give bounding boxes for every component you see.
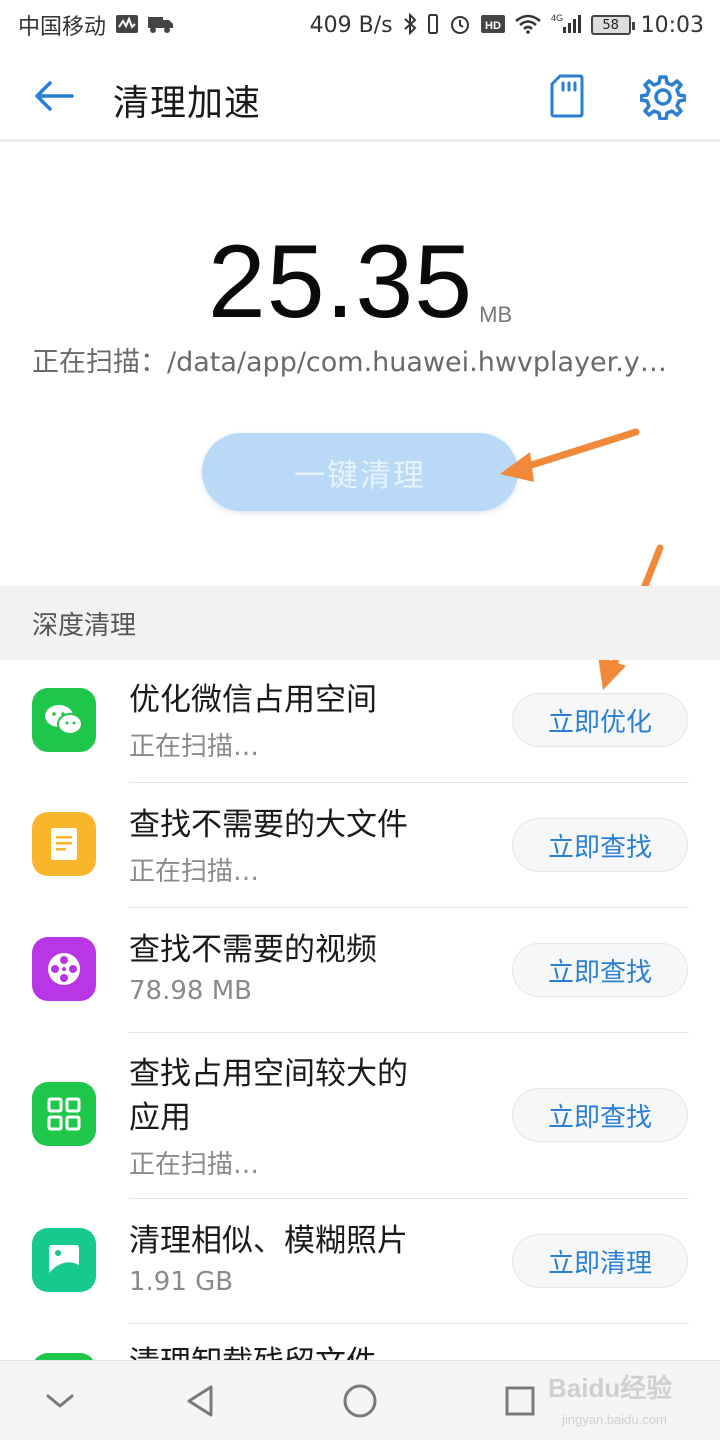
divider <box>129 1323 689 1324</box>
divider <box>129 907 689 908</box>
find-videos-button[interactable]: 立即查找 <box>512 943 688 997</box>
list-item-large-files[interactable]: 查找不需要的大文件 正在扫描… 立即查找 <box>0 784 720 909</box>
list-item-title-line2: 应用 <box>129 1100 191 1136</box>
film-reel-icon <box>32 937 96 1001</box>
baidu-watermark-url: jingyan.baidu.com <box>562 1412 667 1427</box>
recents-nav-button[interactable] <box>498 1379 542 1423</box>
status-left: 中国移动 <box>18 9 174 41</box>
section-header-deep-clean: 深度清理 <box>0 586 720 660</box>
list-item-subtitle: 78.98 MB <box>129 976 252 1006</box>
settings-button[interactable] <box>639 74 688 122</box>
section-title: 深度清理 <box>32 610 137 641</box>
list-item-title: 优化微信占用空间 <box>129 682 377 718</box>
photo-icon <box>32 1228 96 1292</box>
carrier-label: 中国移动 <box>18 15 107 40</box>
clock: 10:03 <box>640 12 704 38</box>
hd-icon: HD <box>480 14 505 37</box>
optimize-wechat-button[interactable]: 立即优化 <box>512 693 688 747</box>
annotation-arrow-1 <box>500 428 640 482</box>
app-bar: 清理加速 <box>0 50 720 142</box>
list-item-title: 清理卸载残留文件 <box>129 1341 377 1360</box>
app-icon-partial <box>32 1353 96 1360</box>
network-speed: 409 B/s <box>309 12 393 38</box>
list-item-similar-photos[interactable]: 清理相似、模糊照片 1.91 GB 立即清理 <box>0 1200 720 1325</box>
battery-level: 58 <box>602 17 619 33</box>
svg-text:HD: HD <box>485 20 501 32</box>
signal-label: 4G <box>551 13 563 23</box>
list-item-subtitle: 正在扫描… <box>129 732 260 762</box>
list-item-subtitle: 正在扫描… <box>129 857 260 887</box>
status-right: 409 B/s HD 4G 58 10:03 <box>309 12 704 38</box>
cell-signal-icon: 4G <box>551 13 581 38</box>
back-button[interactable] <box>30 76 78 116</box>
find-large-apps-button[interactable]: 立即查找 <box>512 1088 688 1142</box>
activity-icon <box>116 14 139 36</box>
junk-size-unit: MB <box>479 302 513 327</box>
apps-grid-icon <box>32 1082 96 1146</box>
sd-card-button[interactable] <box>550 74 586 118</box>
list-item-title: 清理相似、模糊照片 <box>129 1223 408 1259</box>
baidu-watermark: Baidu经验 <box>548 1373 673 1403</box>
junk-size-value: 25.35 <box>207 224 474 340</box>
one-tap-clean-button[interactable]: 一键清理 <box>202 433 518 511</box>
status-bar: 中国移动 409 B/s HD 4G 58 10:03 <box>0 0 720 50</box>
divider <box>129 1032 689 1033</box>
wifi-icon <box>514 14 541 37</box>
scan-size-display: 25.35 MB <box>0 230 720 334</box>
list-item-title: 查找不需要的大文件 <box>129 807 408 843</box>
home-circle-icon <box>343 1384 377 1418</box>
recents-square-icon <box>505 1386 535 1416</box>
back-nav-button[interactable] <box>178 1379 222 1423</box>
list-item-title-line1: 查找占用空间较大的 <box>129 1056 408 1092</box>
collapse-chevron-icon <box>46 1394 74 1408</box>
list-item-uninstall-residue[interactable]: 清理卸载残留文件 <box>0 1325 720 1360</box>
list-item-large-apps[interactable]: 查找占用空间较大的 应用 正在扫描… 立即查找 <box>0 1034 720 1200</box>
wechat-icon <box>32 688 96 752</box>
back-triangle-icon <box>187 1385 213 1417</box>
clean-photos-button[interactable]: 立即清理 <box>512 1234 688 1288</box>
gear-icon <box>639 75 687 121</box>
list-item-subtitle: 正在扫描… <box>129 1150 260 1180</box>
find-large-files-button[interactable]: 立即查找 <box>512 818 688 872</box>
page-title: 清理加速 <box>113 83 262 124</box>
back-arrow-icon <box>35 81 74 111</box>
vibrate-icon <box>427 13 439 38</box>
list-item-wechat[interactable]: 优化微信占用空间 正在扫描… 立即优化 <box>0 660 720 784</box>
divider <box>129 1198 689 1199</box>
list-item-title: 查找不需要的视频 <box>129 932 377 968</box>
scan-path-text: 正在扫描：/data/app/com.huawei.hwvplayer.y… <box>32 347 667 378</box>
divider <box>129 782 689 783</box>
battery-indicator: 58 <box>590 15 635 35</box>
document-icon <box>32 812 96 876</box>
list-item-videos[interactable]: 查找不需要的视频 78.98 MB 立即查找 <box>0 909 720 1034</box>
bluetooth-icon <box>403 12 417 38</box>
list-item-subtitle: 1.91 GB <box>129 1267 234 1297</box>
truck-icon <box>148 15 174 36</box>
collapse-nav-button[interactable] <box>38 1379 82 1423</box>
sd-card-icon <box>550 74 584 118</box>
alarm-icon <box>449 13 471 38</box>
home-nav-button[interactable] <box>338 1379 382 1423</box>
